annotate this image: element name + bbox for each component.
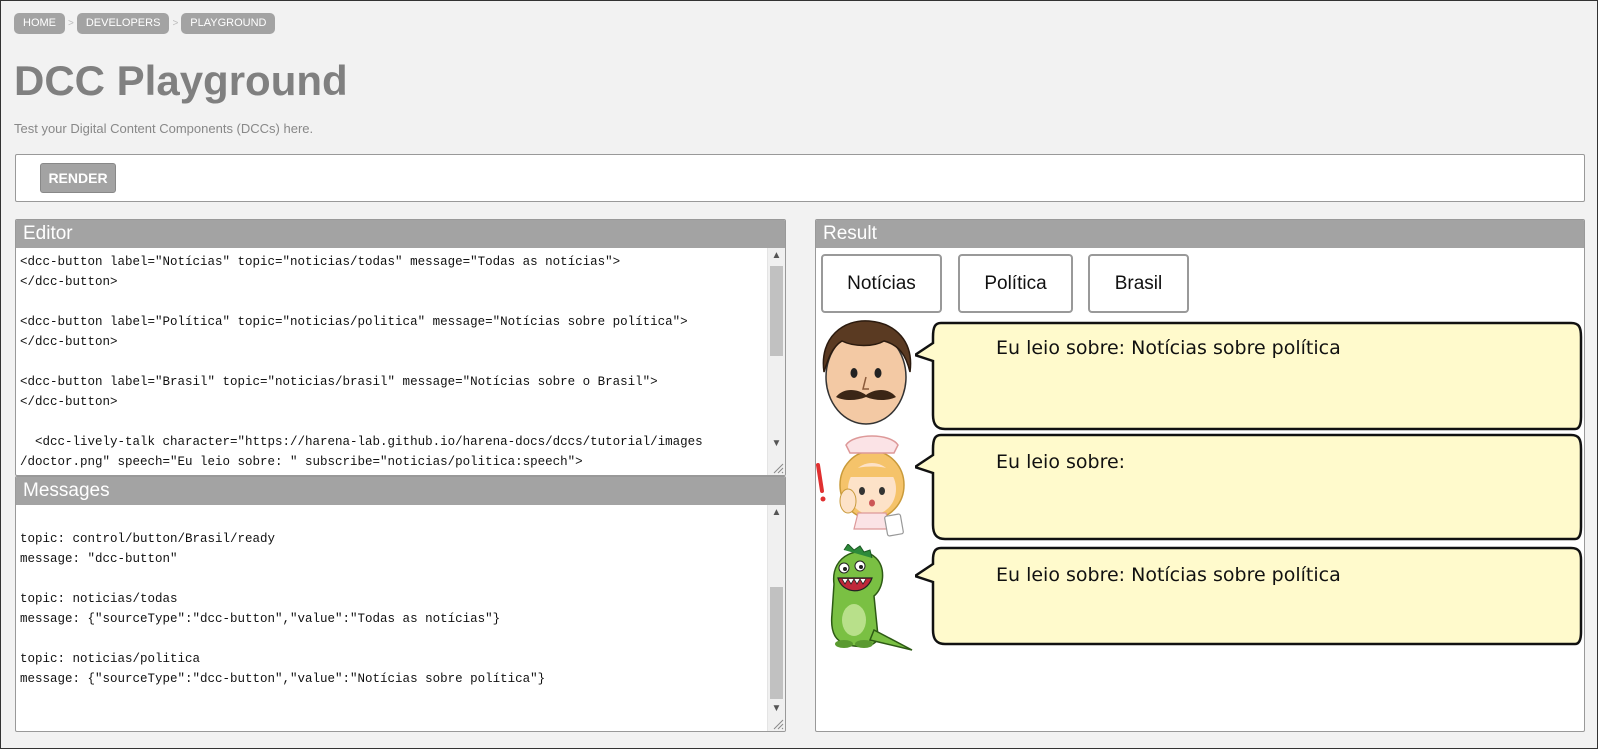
editor-textarea[interactable]: <dcc-button label="Notícias" topic="noti… [16,252,767,475]
breadcrumb-developers[interactable]: DEVELOPERS [76,13,170,34]
scrollbar-thumb[interactable] [770,587,783,699]
messages-scrollbar[interactable]: ▲ ▼ [767,505,785,731]
breadcrumb: HOME > DEVELOPERS > PLAYGROUND [14,13,276,34]
breadcrumb-separator: > [172,18,179,29]
resize-grip-icon[interactable] [772,462,784,474]
messages-log[interactable]: topic: control/button/Brasil/ready messa… [16,529,767,731]
editor-panel: Editor <dcc-button label="Notícias" topi… [15,219,786,476]
breadcrumb-separator: > [68,18,74,29]
speech-text: Eu leio sobre: [996,451,1126,473]
page-title: DCC Playground [14,57,348,104]
result-header: Result [816,220,1584,248]
speech-text: Eu leio sobre: Notícias sobre política [996,337,1341,359]
breadcrumb-home[interactable]: HOME [14,13,65,34]
speech-bubble [915,321,1583,431]
toolbar: RENDER [15,154,1585,202]
messages-header: Messages [16,477,785,505]
scroll-down-icon[interactable]: ▼ [768,436,785,452]
doctor-icon [822,320,912,425]
page-subtitle: Test your Digital Content Components (DC… [14,121,314,136]
scroll-up-icon[interactable]: ▲ [768,505,785,521]
dinosaur-icon [830,544,913,651]
speech-text: Eu leio sobre: Notícias sobre política [996,564,1341,586]
result-button-politica[interactable]: Política [958,254,1073,313]
render-button[interactable]: RENDER [40,163,116,193]
result-button-noticias[interactable]: Notícias [821,254,942,313]
result-button-brasil[interactable]: Brasil [1088,254,1189,313]
resize-grip-icon[interactable] [772,718,784,730]
editor-scrollbar[interactable]: ▲ ▼ [767,248,785,475]
scroll-down-icon[interactable]: ▼ [768,701,785,717]
editor-header: Editor [16,220,785,248]
speech-bubble [915,433,1583,541]
scroll-up-icon[interactable]: ▲ [768,248,785,264]
speech-bubble [915,546,1583,646]
nurse-icon [816,435,905,537]
scrollbar-thumb[interactable] [770,266,783,356]
messages-panel: Messages topic: control/button/Brasil/re… [15,476,786,732]
breadcrumb-playground[interactable]: PLAYGROUND [181,13,276,34]
